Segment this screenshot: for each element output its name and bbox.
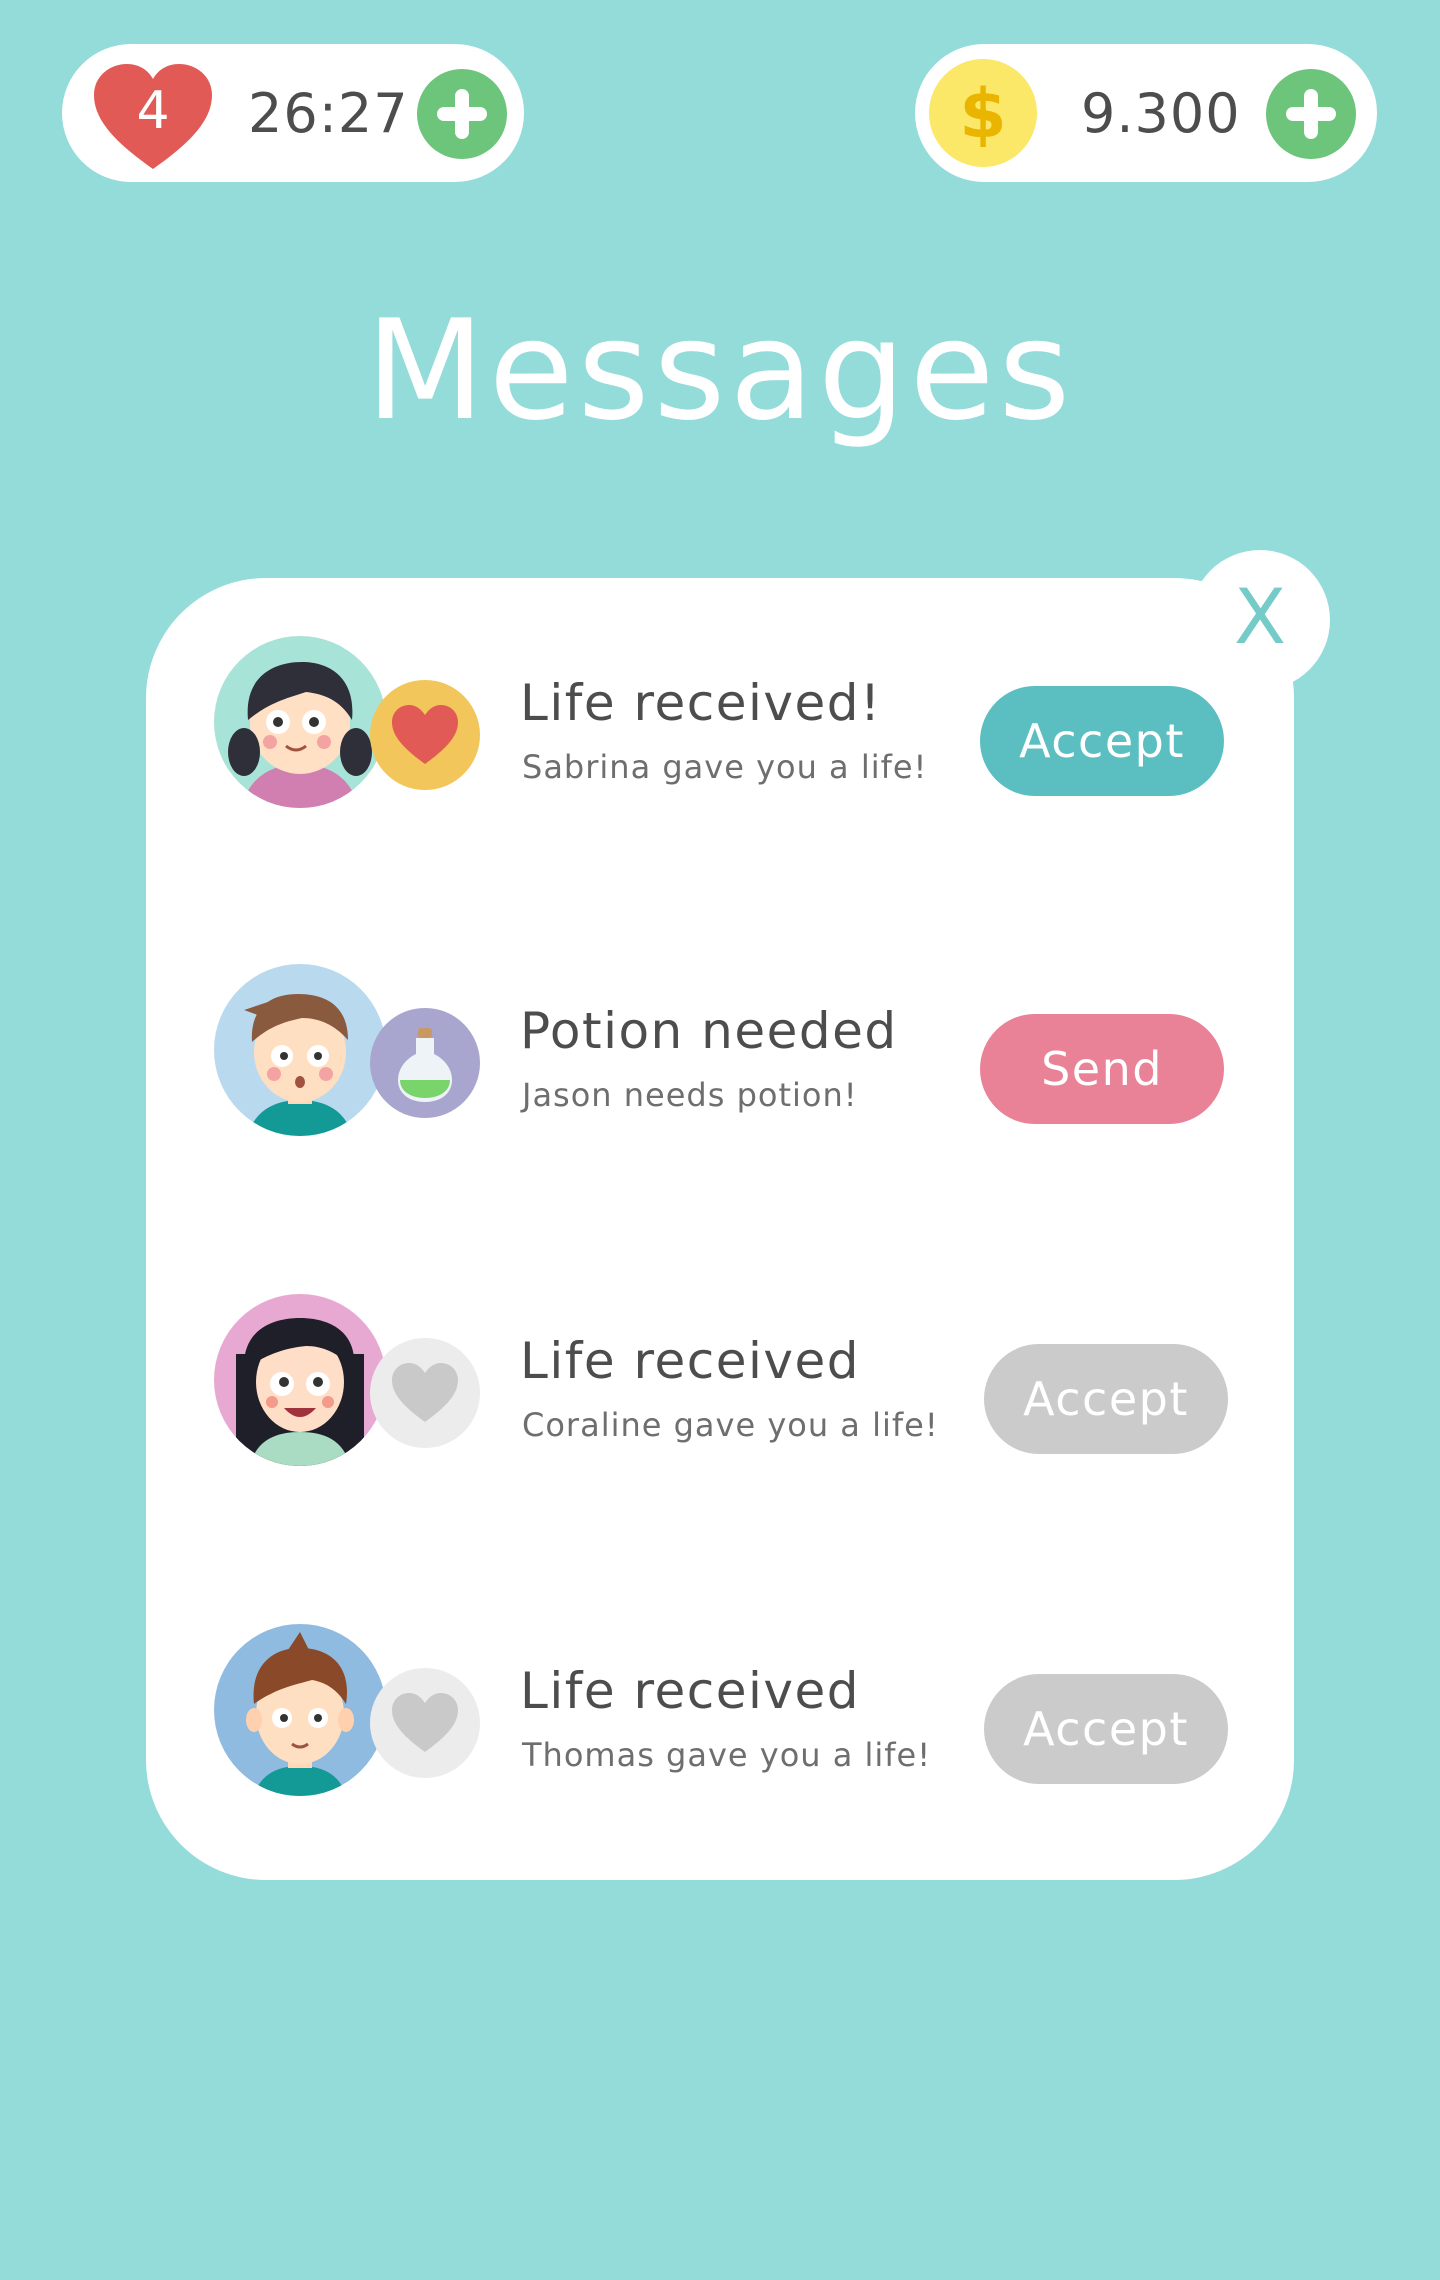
message-subtitle: Thomas gave you a life!	[522, 1736, 932, 1774]
page-title: Messages	[365, 290, 1075, 451]
potion-icon	[370, 1008, 480, 1118]
message-title: Life received!	[520, 674, 882, 732]
coin-icon: $	[929, 59, 1037, 167]
lives-timer: 26:27	[248, 82, 409, 145]
message-item: Life received! Sabrina gave you a life! …	[210, 636, 1230, 816]
message-subtitle: Coraline gave you a life!	[522, 1406, 939, 1444]
message-subtitle: Sabrina gave you a life!	[522, 748, 928, 786]
lives-count: 4	[136, 81, 170, 141]
message-item: Potion needed Jason needs potion! Send	[210, 964, 1230, 1144]
accept-button[interactable]: Accept	[980, 686, 1224, 796]
heart-icon	[370, 680, 480, 790]
send-button[interactable]: Send	[980, 1014, 1224, 1124]
coin-symbol: $	[959, 75, 1007, 154]
avatar	[214, 1294, 386, 1466]
lives-counter: 4 26:27	[62, 44, 524, 182]
heart-icon	[370, 1338, 480, 1448]
heart-icon: 4	[90, 61, 216, 173]
message-title: Life received	[520, 1662, 860, 1720]
add-coins-button[interactable]	[1266, 69, 1356, 159]
plus-icon	[437, 89, 487, 139]
coins-counter: $ 9.300	[915, 44, 1377, 182]
message-subtitle: Jason needs potion!	[522, 1076, 858, 1114]
plus-icon	[1286, 89, 1336, 139]
message-title: Potion needed	[520, 1002, 898, 1060]
accept-button[interactable]: Accept	[984, 1344, 1228, 1454]
avatar	[214, 636, 386, 808]
accept-button[interactable]: Accept	[984, 1674, 1228, 1784]
message-item: Life received Coraline gave you a life! …	[210, 1294, 1230, 1474]
message-item: Life received Thomas gave you a life! Ac…	[210, 1624, 1230, 1804]
coins-amount: 9.300	[1081, 82, 1241, 145]
add-lives-button[interactable]	[417, 69, 507, 159]
avatar	[214, 1624, 386, 1796]
message-title: Life received	[520, 1332, 860, 1390]
heart-icon	[370, 1668, 480, 1778]
avatar	[214, 964, 386, 1136]
